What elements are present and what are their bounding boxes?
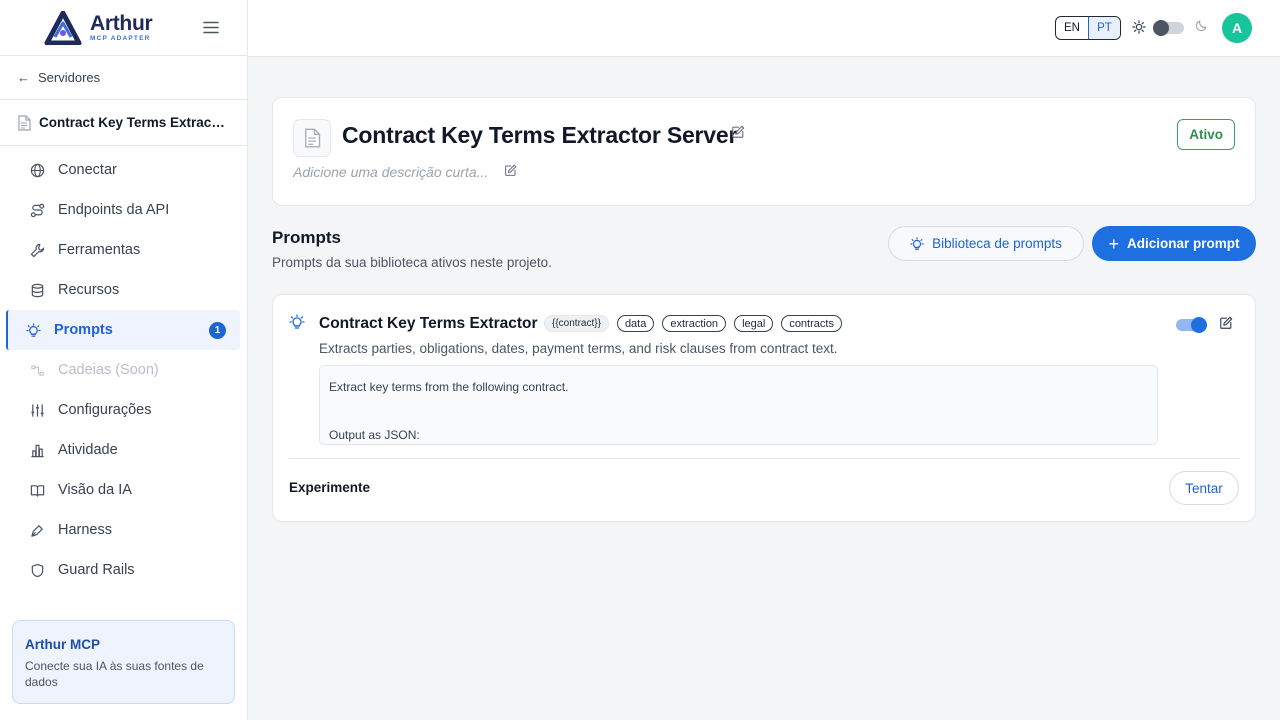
sidebar-item-configuracoes[interactable]: Configurações xyxy=(6,390,240,430)
prompt-tag: data xyxy=(616,315,655,332)
prompt-card: Contract Key Terms Extractor {{contract}… xyxy=(272,294,1256,522)
bar-chart-icon xyxy=(28,443,46,458)
template-line: Output as JSON: xyxy=(329,428,420,442)
promo-card: Arthur MCP Conecte sua IA às suas fontes… xyxy=(12,620,235,704)
prompt-tag: legal xyxy=(734,315,774,332)
sidebar-item-label: Visão da IA xyxy=(58,482,132,498)
prompt-variable-tag: {{contract}} xyxy=(544,315,609,332)
prompts-count-badge: 1 xyxy=(209,322,226,339)
prompt-tag: contracts xyxy=(781,315,842,332)
plus-icon: + xyxy=(1108,233,1119,254)
shield-icon xyxy=(28,563,46,578)
prompt-template-preview[interactable]: Extract key terms from the following con… xyxy=(319,365,1158,445)
sidebar-item-label: Guard Rails xyxy=(58,562,135,578)
prompts-section-subtitle: Prompts da sua biblioteca ativos neste p… xyxy=(272,255,552,270)
sun-icon xyxy=(1132,20,1146,34)
lang-en-button[interactable]: EN xyxy=(1056,17,1088,39)
sidebar-item-label: Harness xyxy=(58,522,112,538)
user-avatar[interactable]: A xyxy=(1222,13,1252,43)
server-name: Contract Key Terms Extracto... xyxy=(39,115,229,130)
edit-description-icon[interactable] xyxy=(504,164,517,177)
sidebar-item-label: Endpoints da API xyxy=(58,202,170,218)
sidebar-item-label: Atividade xyxy=(58,442,118,458)
status-badge[interactable]: Ativo xyxy=(1177,119,1235,150)
lightbulb-icon xyxy=(910,236,924,251)
description-placeholder[interactable]: Adicione uma descrição curta... xyxy=(293,164,488,180)
sidebar-item-label: Ferramentas xyxy=(58,242,141,258)
brand-logo[interactable]: Arthur MCP ADAPTER xyxy=(44,10,153,45)
sidebar-item-visao-ia[interactable]: Visão da IA xyxy=(6,470,240,510)
database-icon xyxy=(28,283,46,298)
sidebar-header: Arthur MCP ADAPTER xyxy=(0,0,247,56)
prompts-section-title: Prompts xyxy=(272,228,341,247)
sidebar-item-conectar[interactable]: Conectar xyxy=(6,150,240,190)
lightbulb-icon xyxy=(24,322,42,338)
prompt-active-toggle[interactable] xyxy=(1176,317,1207,333)
template-line: Extract key terms from the following con… xyxy=(329,380,569,394)
chain-icon xyxy=(28,363,46,378)
promo-text: Conecte sua IA às suas fontes de dados xyxy=(25,659,204,689)
sliders-icon xyxy=(28,403,46,418)
book-icon xyxy=(28,483,46,498)
sidebar-item-label: Recursos xyxy=(58,282,120,298)
route-icon xyxy=(28,203,46,218)
server-header-card: Contract Key Terms Extractor Server Adic… xyxy=(272,97,1256,206)
back-label: Servidores xyxy=(38,70,101,85)
sidebar-item-label: Conectar xyxy=(58,162,117,178)
moon-icon xyxy=(1195,19,1208,32)
sidebar-item-cadeias: Cadeias (Soon) xyxy=(6,350,240,390)
top-bar: EN PT A xyxy=(248,0,1280,57)
sidebar: Arthur MCP ADAPTER ← Servidores Contract… xyxy=(0,0,248,720)
sidebar-item-harness[interactable]: Harness xyxy=(6,510,240,550)
prompt-description: Extracts parties, obligations, dates, pa… xyxy=(319,341,838,356)
add-prompt-label: Adicionar prompt xyxy=(1127,236,1240,251)
server-document-icon xyxy=(293,119,331,157)
prompt-library-button[interactable]: Biblioteca de prompts xyxy=(888,226,1084,261)
hamburger-menu-icon[interactable] xyxy=(201,18,221,38)
promo-title: Arthur MCP xyxy=(25,637,100,652)
sidebar-item-recursos[interactable]: Recursos xyxy=(6,270,240,310)
theme-toggle[interactable] xyxy=(1153,20,1184,36)
sidebar-nav: Conectar Endpoints da API Ferramentas Re… xyxy=(0,146,247,590)
globe-icon xyxy=(28,163,46,178)
sidebar-item-label: Prompts xyxy=(54,322,113,338)
try-button[interactable]: Tentar xyxy=(1169,471,1239,505)
arthur-logo-icon xyxy=(44,10,82,45)
divider xyxy=(289,458,1240,459)
language-switcher: EN PT xyxy=(1055,16,1121,40)
sidebar-item-ferramentas[interactable]: Ferramentas xyxy=(6,230,240,270)
brand-subtitle: MCP ADAPTER xyxy=(90,34,151,42)
try-label: Experimente xyxy=(289,480,371,495)
document-icon xyxy=(17,114,31,131)
add-prompt-button[interactable]: + Adicionar prompt xyxy=(1092,226,1256,261)
sidebar-item-guard-rails[interactable]: Guard Rails xyxy=(6,550,240,590)
sidebar-item-label: Configurações xyxy=(58,402,152,418)
back-to-servers-link[interactable]: ← Servidores xyxy=(0,56,247,100)
brand-name: Arthur xyxy=(90,11,153,35)
pen-tool-icon xyxy=(28,523,46,538)
arrow-left-icon: ← xyxy=(17,70,30,85)
sidebar-item-endpoints[interactable]: Endpoints da API xyxy=(6,190,240,230)
lightbulb-icon xyxy=(289,314,305,330)
prompt-library-label: Biblioteca de prompts xyxy=(932,236,1062,251)
lang-pt-button[interactable]: PT xyxy=(1088,17,1120,39)
edit-prompt-icon[interactable] xyxy=(1219,316,1233,330)
current-server: Contract Key Terms Extracto... xyxy=(0,100,247,146)
sidebar-item-label: Cadeias (Soon) xyxy=(58,362,159,378)
sidebar-item-prompts[interactable]: Prompts 1 xyxy=(6,310,240,350)
wrench-icon xyxy=(28,243,46,258)
prompt-title: Contract Key Terms Extractor xyxy=(319,315,538,332)
sidebar-item-atividade[interactable]: Atividade xyxy=(6,430,240,470)
page-title: Contract Key Terms Extractor Server xyxy=(342,122,738,148)
prompt-tags: {{contract}} data extraction legal contr… xyxy=(544,315,842,332)
edit-title-icon[interactable] xyxy=(731,125,745,139)
prompt-tag: extraction xyxy=(662,315,727,332)
